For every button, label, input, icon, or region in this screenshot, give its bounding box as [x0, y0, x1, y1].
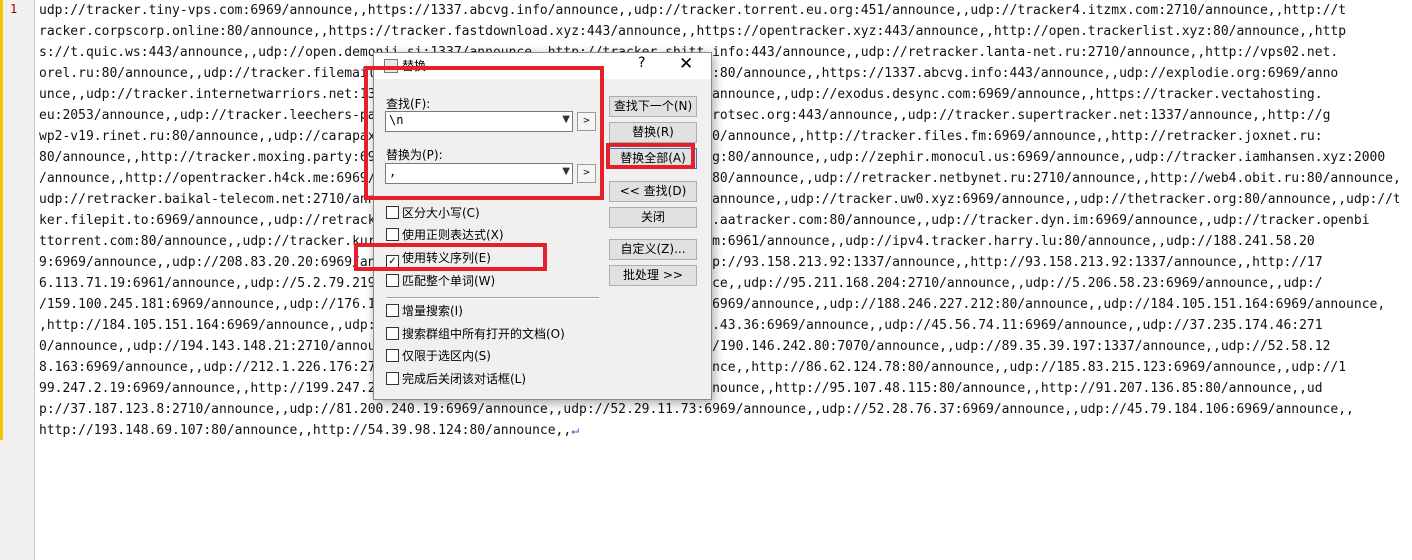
text-line: eu:2053/announce,,udp://tracker.leechers…: [39, 105, 1399, 126]
text-line: unce,,udp://tracker.internetwarriors.net…: [39, 84, 1399, 105]
text-line: s://t.quic.ws:443/announce,,udp://open.d…: [39, 42, 1399, 63]
whole-word-checkbox[interactable]: 匹配整个单词(W): [386, 273, 495, 289]
last-line-text: http://193.148.69.107:80/announce,,http:…: [39, 423, 572, 438]
checkbox-box[interactable]: [386, 349, 399, 362]
highlight-box-replace-all: [606, 143, 695, 169]
text-line: orel.ru:80/announce,,udp://tracker.filem…: [39, 63, 1399, 84]
all-documents-label: 搜索群组中所有打开的文档(O): [402, 327, 565, 341]
text-line: udp://tracker.tiny-vps.com:6969/announce…: [39, 3, 1347, 18]
customize-button[interactable]: 自定义(Z)...: [609, 239, 697, 260]
checkbox-box[interactable]: [386, 228, 399, 241]
close-after-checkbox[interactable]: 完成后关闭该对话框(L): [386, 371, 526, 387]
batch-button[interactable]: 批处理 >>: [609, 265, 697, 286]
replace-button[interactable]: 替换(R): [609, 122, 697, 143]
checkbox-box[interactable]: [386, 304, 399, 317]
find-next-button[interactable]: 查找下一个(N): [609, 96, 697, 117]
text-line: p://37.187.123.8:2710/announce,,udp://81…: [39, 402, 1354, 417]
checkbox-box[interactable]: [386, 274, 399, 287]
editor-text-area[interactable]: udp://tracker.tiny-vps.com:6969/announce…: [39, 0, 1399, 441]
match-case-label: 区分大小写(C): [402, 206, 480, 220]
change-bar: [0, 0, 3, 440]
incremental-search-checkbox[interactable]: 增量搜索(I): [386, 303, 463, 319]
text-line: udp://retracker.baikal-telecom.net:2710/…: [39, 192, 1399, 207]
eol-marker: ↵: [571, 423, 580, 438]
text-line: 0/announce,,udp://194.143.148.21:2710/an…: [39, 336, 1399, 357]
find-previous-button[interactable]: << 查找(D): [609, 181, 697, 202]
close-button[interactable]: 关闭: [609, 207, 697, 228]
checkbox-box[interactable]: [386, 327, 399, 340]
text-line: 9:6969/announce,,udp://208.83.20.20:6969…: [39, 252, 1399, 273]
regex-checkbox[interactable]: 使用正则表达式(X): [386, 227, 504, 243]
text-line: 8.163:6969/announce,,udp://212.1.226.176…: [39, 357, 1399, 378]
text-line: racker.corpscorp.online:80/announce,,htt…: [39, 24, 1347, 39]
divider: [386, 297, 599, 299]
line-number-gutter: 1: [0, 0, 35, 560]
match-case-checkbox[interactable]: 区分大小写(C): [386, 205, 480, 221]
close-after-label: 完成后关闭该对话框(L): [402, 372, 527, 386]
whole-word-label: 匹配整个单词(W): [402, 274, 496, 288]
line-number: 1: [10, 2, 18, 16]
text-line: ttorrent.com:80/announce,,udp://tracker.…: [39, 231, 1399, 252]
all-documents-checkbox[interactable]: 搜索群组中所有打开的文档(O): [386, 326, 565, 342]
text-line: /159.100.245.181:6969/announce,,udp://17…: [39, 297, 1386, 312]
regex-label: 使用正则表达式(X): [402, 228, 504, 242]
text-line: ker.filepit.to:6969/announce,,udp://retr…: [39, 210, 1399, 231]
text-line: wp2-v19.rinet.ru:80/announce,,udp://cara…: [39, 126, 1399, 147]
highlight-box-inputs: [364, 66, 604, 200]
selection-only-label: 仅限于选区内(S): [402, 349, 491, 363]
checkbox-box[interactable]: [386, 206, 399, 219]
text-line: 80/announce,,http://tracker.moxing.party…: [39, 150, 1386, 165]
close-icon[interactable]: ✕: [679, 54, 693, 74]
highlight-box-escape-option: [354, 243, 547, 271]
text-line-last: http://193.148.69.107:80/announce,,http:…: [39, 420, 1399, 441]
checkbox-box[interactable]: [386, 372, 399, 385]
text-line: 6.113.71.19:6961/announce,,udp://5.2.79.…: [39, 273, 1399, 294]
help-button[interactable]: ?: [638, 55, 645, 71]
text-line: /announce,,http://opentracker.h4ck.me:69…: [39, 171, 1399, 186]
text-line: 99.247.2.19:6969/announce,,http://199.24…: [39, 378, 1399, 399]
selection-only-checkbox[interactable]: 仅限于选区内(S): [386, 348, 491, 364]
text-line: ,http://184.105.151.164:6969/announce,,u…: [39, 315, 1399, 336]
incremental-search-label: 增量搜索(I): [402, 304, 463, 318]
